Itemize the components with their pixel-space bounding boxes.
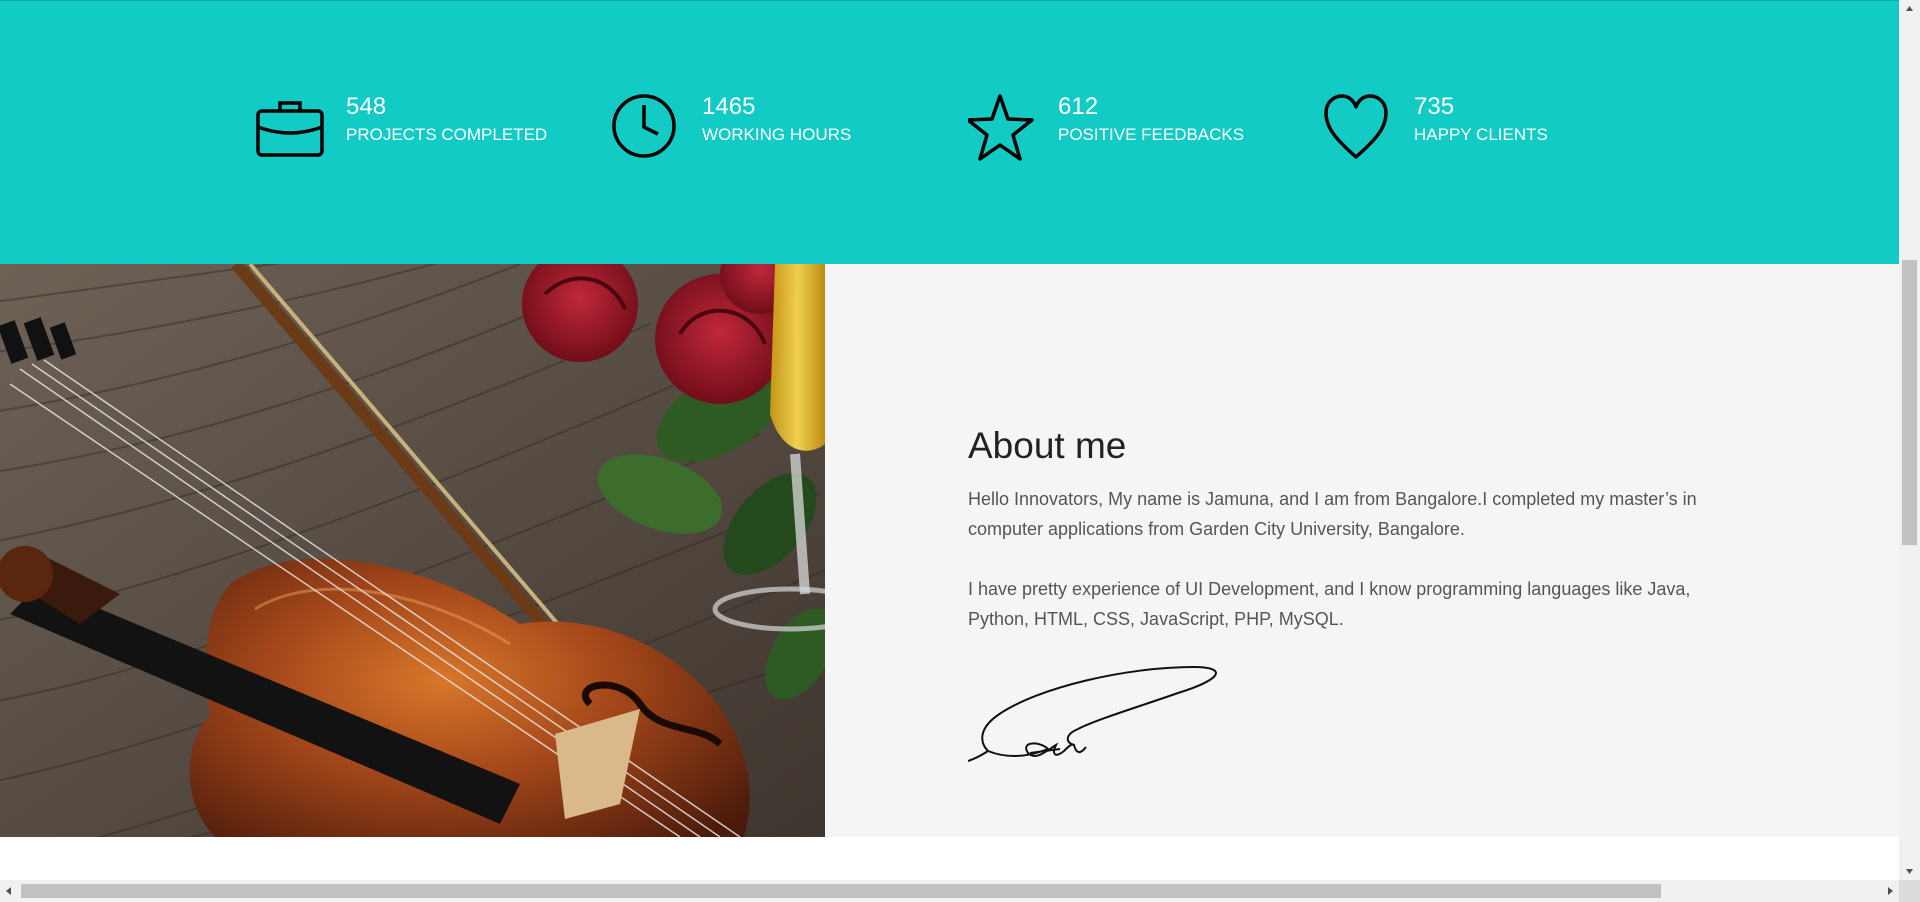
- vertical-scroll-thumb[interactable]: [1902, 260, 1917, 545]
- page: 548 PROJECTS COMPLETED 1465 WORKING HOUR…: [0, 0, 1899, 880]
- briefcase-icon: [256, 93, 324, 163]
- about-paragraph: Hello Innovators, My name is Jamuna, and…: [968, 489, 1697, 539]
- stat-label: WORKING HOURS: [702, 125, 852, 144]
- about-title: About me: [968, 425, 1127, 466]
- star-icon: [968, 93, 1036, 163]
- handwritten-signature: [967, 663, 1228, 773]
- stat-label: PROJECTS COMPLETED: [346, 125, 548, 144]
- stat-value: 1465: [702, 93, 756, 120]
- about-paragraph: I have pretty experience of UI Developme…: [968, 579, 1691, 629]
- about-content: About me Hello Innovators, My name is Ja…: [968, 424, 1748, 634]
- scroll-left-arrow-icon[interactable]: [0, 880, 17, 902]
- page-bottom-area: [0, 837, 1899, 880]
- violin-and-roses-photo: [0, 264, 825, 837]
- stats-section: 548 PROJECTS COMPLETED 1465 WORKING HOUR…: [0, 0, 1899, 264]
- clock-icon: [612, 93, 680, 163]
- heart-icon: [1324, 93, 1392, 163]
- scroll-right-arrow-icon[interactable]: [1882, 880, 1899, 902]
- scroll-down-arrow-icon[interactable]: [1899, 863, 1920, 880]
- horizontal-scroll-thumb[interactable]: [21, 884, 1661, 898]
- vertical-scrollbar[interactable]: [1899, 0, 1920, 880]
- stat-value: 612: [1058, 93, 1099, 120]
- scroll-up-arrow-icon[interactable]: [1899, 0, 1920, 17]
- about-section: About me Hello Innovators, My name is Ja…: [0, 264, 1899, 837]
- stat-label: HAPPY CLIENTS: [1414, 125, 1548, 144]
- scrollbar-corner: [1899, 880, 1920, 902]
- stat-value: 735: [1414, 93, 1455, 120]
- stat-value: 548: [346, 93, 387, 120]
- horizontal-scrollbar[interactable]: [0, 880, 1899, 902]
- stat-label: POSITIVE FEEDBACKS: [1058, 125, 1245, 144]
